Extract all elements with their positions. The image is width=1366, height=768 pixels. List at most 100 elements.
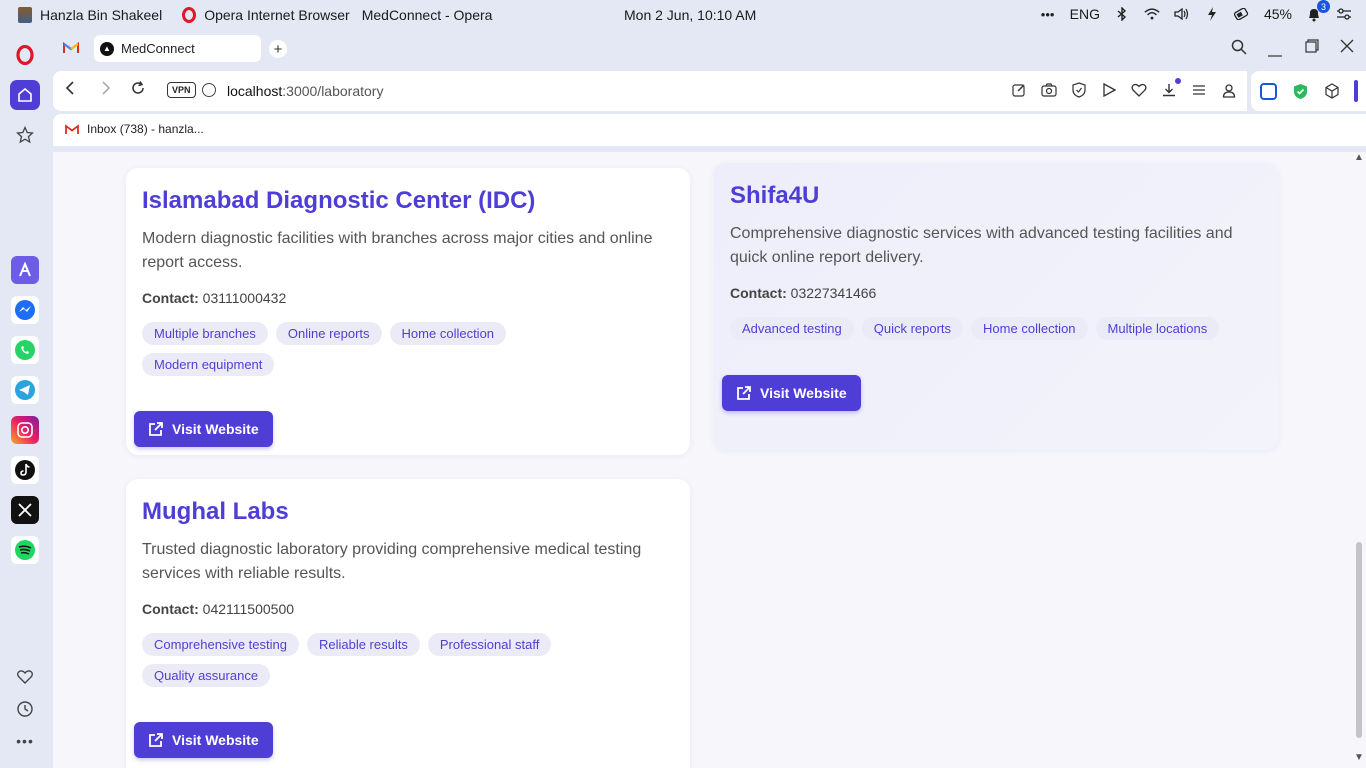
tab-strip: ▲ MedConnect +	[50, 30, 1366, 68]
page-viewport: Islamabad Diagnostic Center (IDC) Modern…	[53, 152, 1366, 768]
opera-menu-icon[interactable]	[10, 40, 40, 70]
gmail-pinned-tab-icon[interactable]	[63, 41, 79, 55]
os-user-name: Hanzla Bin Shakeel	[40, 7, 163, 23]
vpn-badge[interactable]: VPN	[167, 82, 196, 98]
lab-contact: Contact: 03227341466	[730, 285, 1262, 301]
os-datetime[interactable]: Mon 2 Jun, 10:10 AM	[624, 7, 756, 23]
star-speed-dial-icon[interactable]	[10, 120, 40, 150]
sidebar-more-icon[interactable]: •••	[10, 726, 40, 756]
feature-tag: Home collection	[971, 317, 1088, 340]
visit-website-button[interactable]: Visit Website	[134, 722, 273, 758]
user-avatar	[18, 7, 32, 23]
tiktok-icon[interactable]	[11, 456, 39, 484]
feature-tag: Quality assurance	[142, 664, 271, 687]
feature-tag: Home collection	[389, 322, 507, 345]
feature-tags: Multiple branches Online reports Home co…	[142, 322, 542, 376]
bookmark-gmail-inbox[interactable]: Inbox (738) - hanzla...	[65, 122, 204, 136]
opera-logo-icon	[182, 7, 197, 23]
feature-tag: Comprehensive testing	[142, 633, 299, 656]
profile-icon[interactable]	[1221, 82, 1237, 98]
visit-website-button[interactable]: Visit Website	[722, 375, 861, 411]
lab-card: Shifa4U Comprehensive diagnostic service…	[714, 163, 1278, 450]
easy-setup-icon[interactable]	[1191, 82, 1207, 98]
language-indicator[interactable]: ENG	[1070, 6, 1100, 22]
lab-name: Mughal Labs	[142, 498, 289, 525]
lab-card: Islamabad Diagnostic Center (IDC) Modern…	[126, 168, 690, 455]
home-icon[interactable]	[10, 80, 40, 110]
feature-tag: Multiple locations	[1095, 317, 1220, 340]
scrollbar-thumb[interactable]	[1356, 542, 1362, 738]
feature-tags: Advanced testing Quick reports Home coll…	[730, 317, 1270, 340]
bookmark-heart-icon[interactable]	[1131, 82, 1147, 98]
scroll-down-arrow-icon[interactable]: ▼	[1354, 752, 1364, 763]
battery-icon[interactable]	[1233, 6, 1250, 22]
visit-website-button[interactable]: Visit Website	[134, 411, 273, 447]
instagram-icon[interactable]	[11, 416, 39, 444]
sidebar-toggle-indicator[interactable]	[1354, 80, 1358, 102]
battery-percent: 45%	[1263, 6, 1292, 22]
feature-tag: Professional staff	[427, 633, 552, 656]
spotify-icon[interactable]	[11, 536, 39, 564]
contact-label: Contact:	[730, 285, 787, 301]
contact-label: Contact:	[142, 601, 199, 617]
tab-medconnect[interactable]: ▲ MedConnect	[94, 35, 261, 62]
minimize-button[interactable]	[1268, 44, 1282, 62]
close-window-button[interactable]	[1340, 39, 1354, 58]
send-flow-icon[interactable]	[1101, 82, 1117, 98]
new-tab-button[interactable]: +	[269, 40, 287, 58]
messenger-icon[interactable]	[11, 296, 39, 324]
page-scrollbar[interactable]: ▲ ▼	[1352, 152, 1366, 768]
extension-shield-icon[interactable]	[1292, 83, 1309, 100]
settings-toggle-icon[interactable]	[1336, 6, 1352, 22]
lab-contact: Contact: 042111500500	[142, 601, 674, 617]
contact-number: 03227341466	[790, 285, 877, 301]
url-host: localhost	[227, 83, 283, 99]
back-button[interactable]	[65, 81, 75, 100]
external-link-icon	[149, 733, 163, 747]
lab-contact: Contact: 03111000432	[142, 290, 674, 306]
more-dots-icon[interactable]: •••	[1040, 6, 1056, 22]
contact-label: Contact:	[142, 290, 199, 306]
shield-adblock-icon[interactable]	[1071, 82, 1087, 98]
downloads-icon[interactable]	[1161, 78, 1181, 98]
edit-page-icon[interactable]	[1011, 82, 1027, 98]
extensions-cube-icon[interactable]	[1324, 83, 1341, 100]
bookmarks-bar: Inbox (738) - hanzla...	[53, 114, 1366, 146]
whatsapp-icon[interactable]	[11, 336, 39, 364]
external-link-icon	[149, 422, 163, 436]
feature-tag: Online reports	[275, 322, 382, 345]
site-info-globe-icon[interactable]	[202, 83, 216, 97]
bluetooth-icon[interactable]	[1114, 6, 1130, 22]
wifi-icon[interactable]	[1144, 6, 1160, 22]
search-tabs-icon[interactable]	[1231, 39, 1247, 60]
lab-card: Mughal Labs Trusted diagnostic laborator…	[126, 479, 690, 768]
reload-button[interactable]	[131, 81, 145, 100]
aria-app-icon[interactable]	[11, 256, 39, 284]
contact-number: 03111000432	[202, 290, 287, 306]
opera-sidebar: •••	[0, 30, 50, 768]
forward-button[interactable]	[101, 81, 111, 100]
extension-translate-icon[interactable]	[1260, 83, 1277, 100]
lab-name: Shifa4U	[730, 182, 820, 209]
snapshot-camera-icon[interactable]	[1041, 82, 1057, 98]
notification-bell-icon[interactable]: 3	[1306, 0, 1330, 22]
external-link-icon	[737, 386, 751, 400]
history-clock-icon[interactable]	[10, 694, 40, 724]
restore-button[interactable]	[1305, 39, 1319, 58]
volume-icon[interactable]	[1174, 6, 1190, 22]
os-app-name: Opera Internet Browser	[204, 7, 350, 23]
lab-description: Trusted diagnostic laboratory providing …	[142, 541, 642, 582]
bookmark-label: Inbox (738) - hanzla...	[87, 122, 204, 136]
visit-website-label: Visit Website	[760, 385, 847, 401]
address-bar: VPN localhost:3000/laboratory	[53, 71, 1247, 111]
telegram-icon[interactable]	[11, 376, 39, 404]
x-twitter-icon[interactable]	[11, 496, 39, 524]
os-window-title: MedConnect - Opera	[361, 7, 493, 23]
visit-website-label: Visit Website	[172, 421, 259, 437]
heart-favorites-icon[interactable]	[10, 662, 40, 692]
feature-tag: Multiple branches	[142, 322, 268, 345]
lab-description: Modern diagnostic facilities with branch…	[142, 230, 653, 271]
extensions-bar	[1251, 71, 1366, 111]
url-field[interactable]: localhost:3000/laboratory	[227, 83, 383, 99]
scroll-up-arrow-icon[interactable]: ▲	[1354, 152, 1364, 163]
